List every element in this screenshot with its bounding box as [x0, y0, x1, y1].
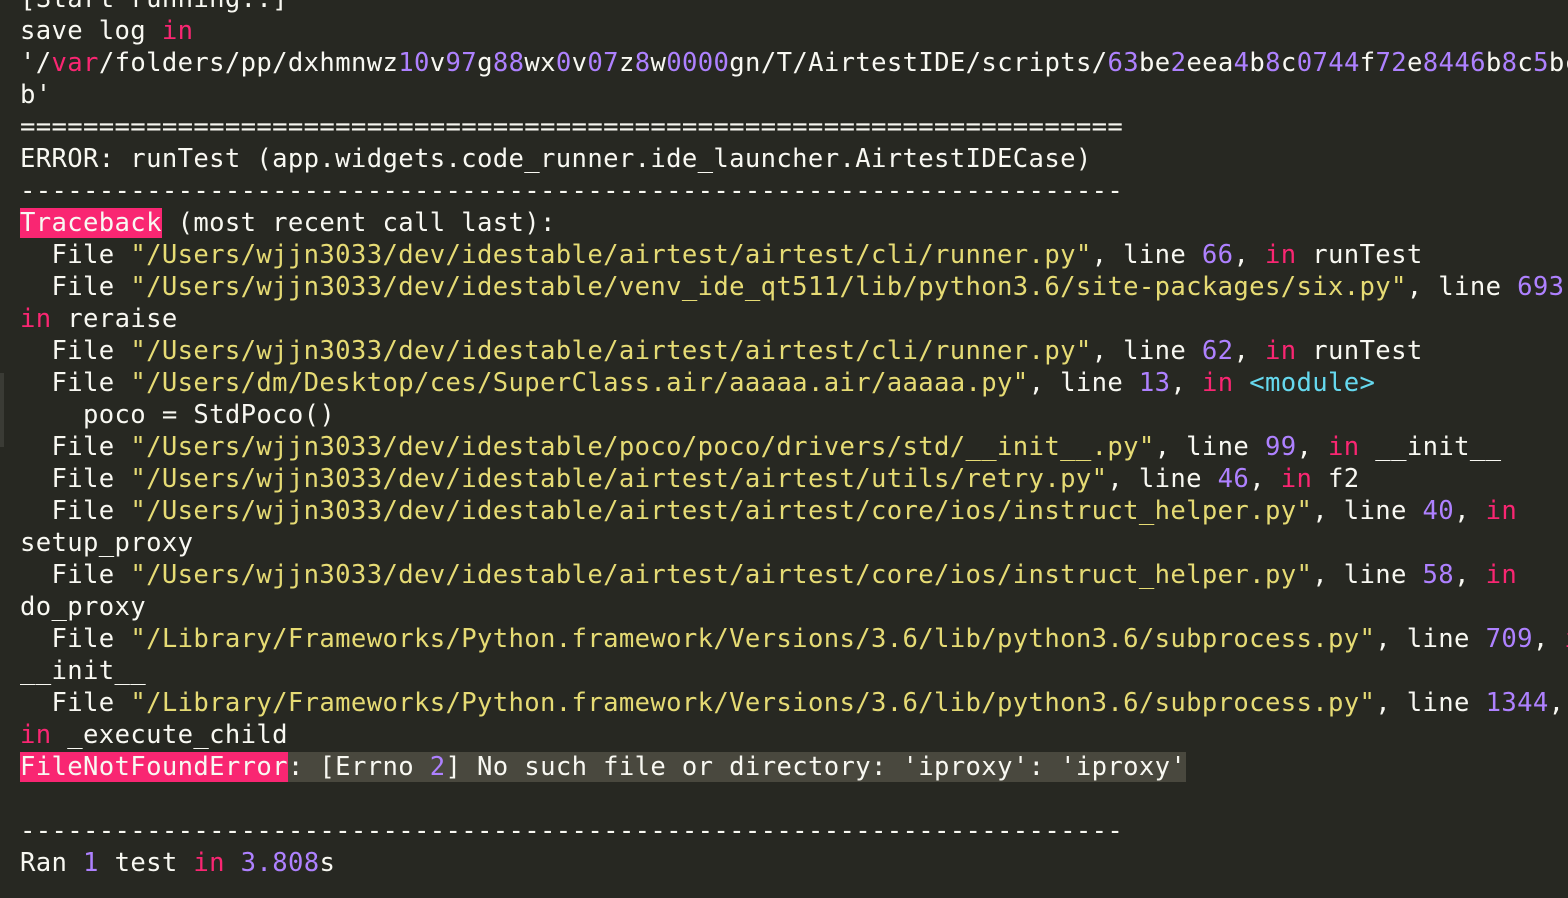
console-output[interactable]: [Start running..] save log in '/var/fold…	[0, 0, 1568, 881]
scrollbar-marker	[0, 373, 4, 447]
exception-line: FileNotFoundError: [Errno 2] No such fil…	[20, 752, 1187, 782]
traceback-frame: File "/Users/wjjn3033/dev/idestable/airt…	[20, 464, 1360, 494]
traceback-label: Traceback	[20, 208, 162, 238]
traceback-code-line: poco = StdPoco()	[20, 400, 336, 430]
traceback-frame: File "/Users/wjjn3033/dev/idestable/poco…	[20, 432, 1502, 462]
traceback-frame: File "/Library/Frameworks/Python.framewo…	[20, 688, 1565, 718]
separator-line: ----------------------------------------…	[20, 176, 1124, 206]
traceback-frame-wrap: setup_proxy	[20, 528, 194, 558]
traceback-frame: File "/Users/wjjn3033/dev/idestable/venv…	[20, 272, 1568, 302]
traceback-frame-wrap: __init__	[20, 656, 147, 686]
traceback-frame: File "/Users/wjjn3033/dev/idestable/airt…	[20, 336, 1423, 366]
traceback-frame: File "/Library/Frameworks/Python.framewo…	[20, 624, 1568, 654]
traceback-frame: File "/Users/wjjn3033/dev/idestable/airt…	[20, 560, 1518, 590]
exception-name: FileNotFoundError	[20, 752, 288, 782]
console-line: [Start running..]	[20, 0, 1568, 15]
traceback-frame: File "/Users/wjjn3033/dev/idestable/airt…	[20, 496, 1518, 526]
traceback-header: Traceback (most recent call last):	[20, 208, 556, 238]
separator-line: ========================================…	[20, 112, 1124, 142]
summary-line: Ran 1 test in 3.808s	[20, 848, 336, 878]
traceback-frame: File "/Users/dm/Desktop/ces/SuperClass.a…	[20, 368, 1376, 398]
separator-line: ----------------------------------------…	[20, 816, 1124, 846]
traceback-frame: File "/Users/wjjn3033/dev/idestable/airt…	[20, 240, 1423, 270]
console-line: b'	[20, 80, 52, 110]
console-line: save log in	[20, 16, 194, 46]
traceback-frame-wrap: in reraise	[20, 304, 178, 334]
traceback-frame-wrap: do_proxy	[20, 592, 147, 622]
error-title-line: ERROR: runTest (app.widgets.code_runner.…	[20, 144, 1092, 174]
traceback-frame-wrap: in _execute_child	[20, 720, 288, 750]
log-path-line: '/var/folders/pp/dxhmnwz10v97g88wx0v07z8…	[20, 48, 1568, 78]
